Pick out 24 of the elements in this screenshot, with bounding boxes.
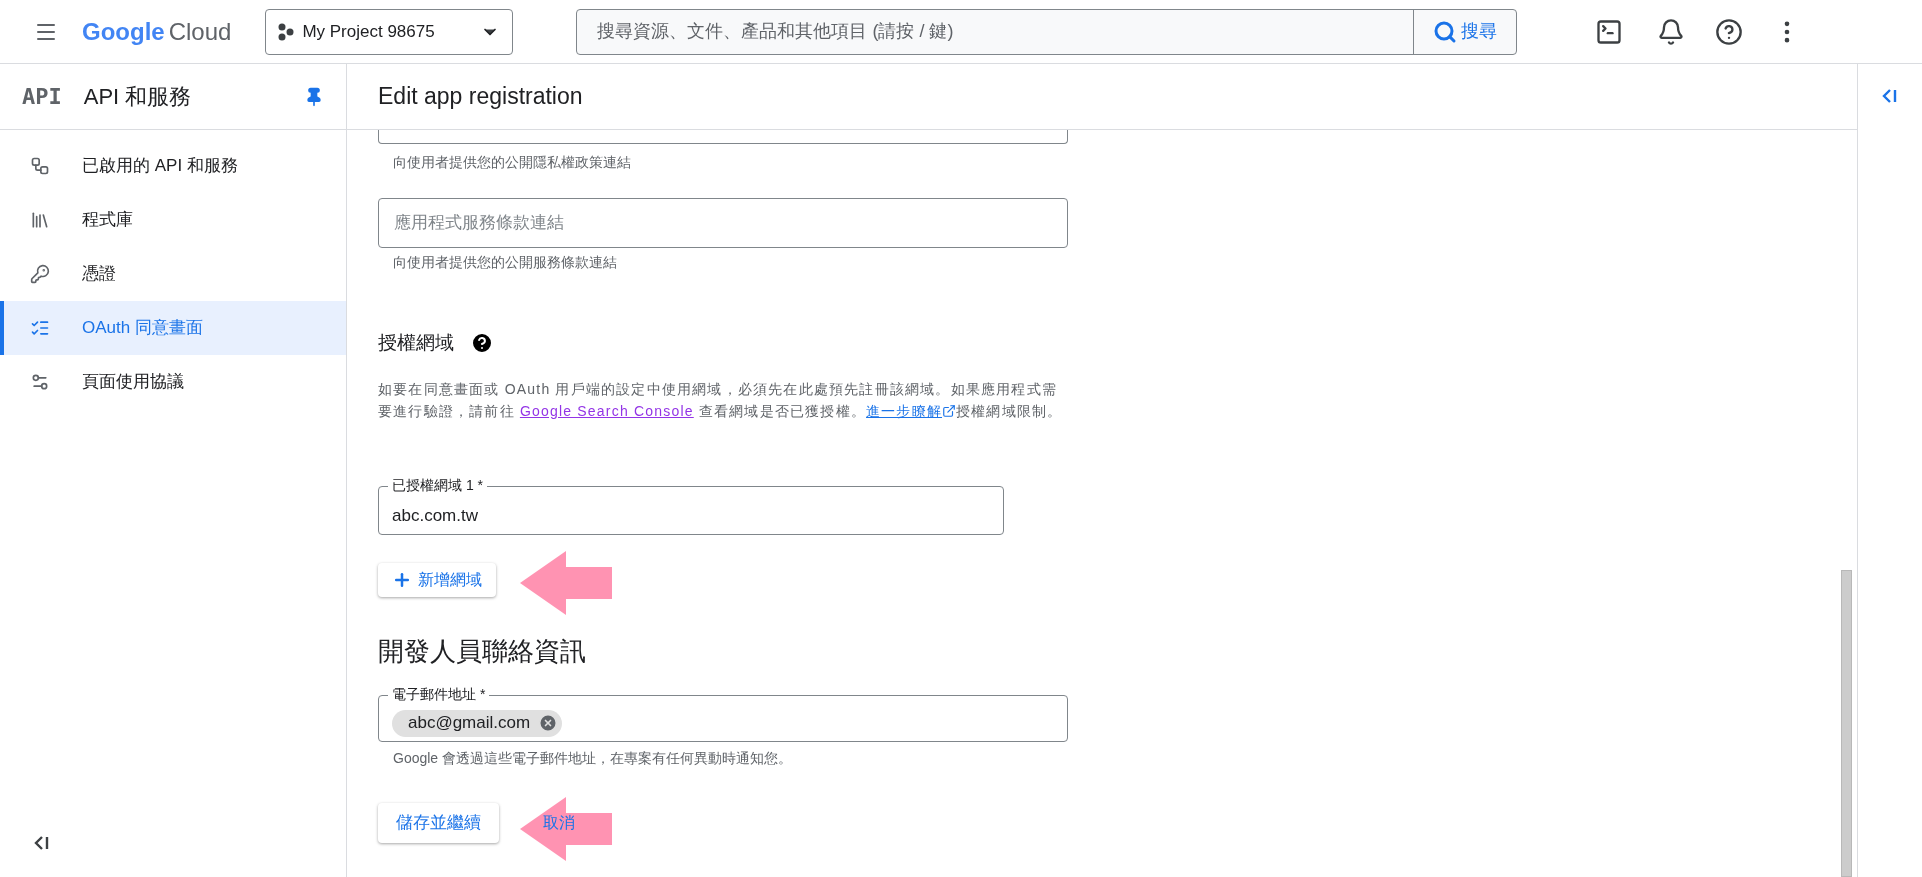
page-title: Edit app registration xyxy=(378,82,583,112)
sidebar-item[interactable]: 憑證 xyxy=(0,247,346,301)
sidebar-title: API 和服務 xyxy=(83,83,193,111)
add-domain-button[interactable]: 新增網域 xyxy=(378,562,496,597)
learn-more-link[interactable]: 進一步瞭解 xyxy=(866,402,943,419)
sidebar-item[interactable]: OAuth 同意畫面 xyxy=(0,301,346,355)
email-chip: abc@gmail.com xyxy=(392,709,563,737)
save-button[interactable]: 儲存並繼續 xyxy=(378,802,499,843)
project-picker[interactable]: My Project 98675 xyxy=(265,8,514,55)
input-field[interactable]: 應用程式服務條款連結 xyxy=(378,198,1068,248)
field-hint: 向使用者提供您的公開服務條款連結 xyxy=(393,253,618,272)
section-heading: 開發人員聯絡資訊 xyxy=(378,634,587,668)
sidebar-item[interactable]: 頁面使用協議 xyxy=(0,355,346,409)
logo[interactable]: Google Cloud xyxy=(82,13,232,50)
sidebar-item[interactable]: 已啟用的 API 和服務 xyxy=(0,139,346,193)
field-hint: 向使用者提供您的公開隱私權政策連結 xyxy=(393,153,632,172)
section-heading: 授權網域 xyxy=(378,331,454,355)
search-button[interactable]: 搜尋 xyxy=(1413,9,1517,54)
search-field[interactable]: 搜尋資源、文件、產品和其他項目 (請按 / 鍵) 搜尋 xyxy=(576,8,1518,55)
search-console-link[interactable]: Google Search Console xyxy=(519,402,694,419)
sidebar-item[interactable]: 程式庫 xyxy=(0,193,346,247)
field-hint: Google 會透過這些電子郵件地址，在專案有任何異動時通知您。 xyxy=(393,748,794,768)
api-label: API xyxy=(22,83,62,111)
description-text: 如要在同意畫面或 OAuth 用戶端的設定中使用網域，必須先在此處預先註冊該網域。如果應用程式需要進行驗證，請前往 Google Search Console 查看網域是否已獲授權。進一步瞭解 授權網域限制。 xyxy=(378,379,1064,421)
